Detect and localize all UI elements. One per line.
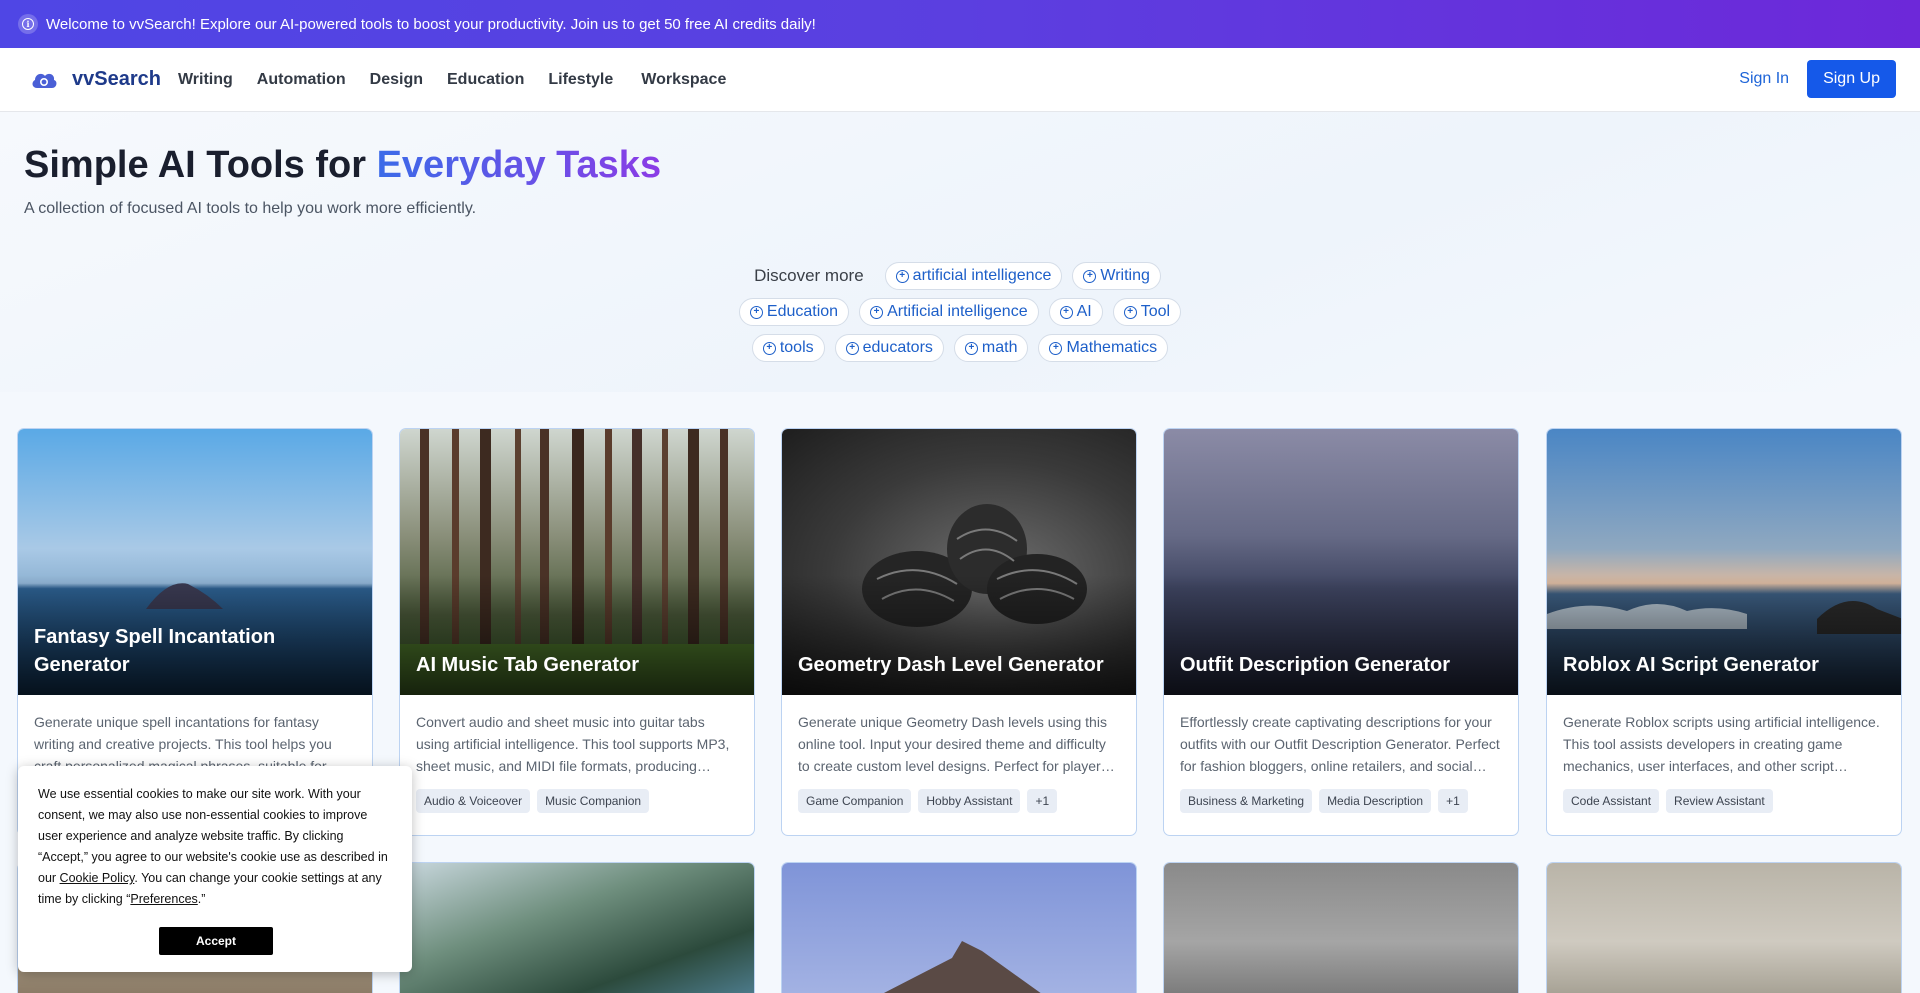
nav-link-lifestyle[interactable]: Lifestyle bbox=[548, 71, 613, 89]
tool-card-row2-3[interactable] bbox=[781, 862, 1137, 993]
tag-ai[interactable]: + AI bbox=[1048, 298, 1103, 326]
card-description: Generate unique Geometry Dash levels usi… bbox=[798, 714, 1115, 774]
tag-artificial-intelligence-2[interactable]: + Artificial intelligence bbox=[859, 298, 1039, 326]
tag-label: Education bbox=[766, 303, 839, 320]
category-chip[interactable]: Media Description bbox=[1319, 789, 1432, 813]
card-description: Convert audio and sheet music into guita… bbox=[416, 714, 730, 774]
cookie-consent-dialog: We use essential cookies to make our sit… bbox=[18, 766, 412, 972]
tag-label: Artificial intelligence bbox=[887, 303, 1028, 320]
page-subtitle: A collection of focused AI tools to help… bbox=[24, 200, 477, 217]
card-image bbox=[1164, 863, 1518, 993]
category-chip[interactable]: Review Assistant bbox=[1666, 789, 1773, 813]
category-chip-more[interactable]: +1 bbox=[1438, 789, 1468, 813]
nav-link-automation[interactable]: Automation bbox=[257, 71, 346, 89]
card-description: Generate Roblox scripts using artificial… bbox=[1563, 714, 1880, 774]
plus-circle-icon: + bbox=[1049, 341, 1063, 355]
card-image: Fantasy Spell Incantation Generator bbox=[18, 429, 372, 695]
category-chip[interactable]: Audio & Voiceover bbox=[416, 789, 531, 813]
tag-tool[interactable]: + Tool bbox=[1112, 298, 1182, 326]
plus-circle-icon: + bbox=[1123, 305, 1137, 319]
nav-link-education[interactable]: Education bbox=[447, 71, 524, 89]
card-image: AI Music Tab Generator bbox=[400, 429, 754, 695]
card-title: Fantasy Spell Incantation Generator bbox=[34, 626, 276, 676]
title-highlight: Everyday Tasks bbox=[376, 144, 662, 186]
nav-link-writing[interactable]: Writing bbox=[178, 71, 233, 89]
plus-circle-icon: + bbox=[762, 341, 776, 355]
plus-circle-icon: + bbox=[870, 305, 884, 319]
tool-card-geometry-dash[interactable]: Geometry Dash Level Generator Generate u… bbox=[781, 428, 1137, 836]
tag-artificial-intelligence[interactable]: + artificial intelligence bbox=[884, 262, 1063, 290]
category-chip-more[interactable]: +1 bbox=[1027, 789, 1058, 813]
tag-writing[interactable]: + Writing bbox=[1072, 262, 1161, 290]
hero-section: Simple AI Tools for Everyday Tasks A col… bbox=[0, 112, 1920, 392]
title-plain: Simple AI Tools for bbox=[24, 144, 377, 186]
banner-text: Welcome to vvSearch! Explore our AI-powe… bbox=[46, 15, 816, 33]
tag-educators[interactable]: + educators bbox=[834, 334, 944, 362]
category-chip[interactable]: Business & Marketing bbox=[1180, 789, 1313, 813]
announcement-banner: i Welcome to vvSearch! Explore our AI-po… bbox=[0, 0, 1920, 48]
tag-label: artificial intelligence bbox=[912, 267, 1052, 284]
category-chip[interactable]: Hobby Assistant bbox=[918, 789, 1021, 813]
tag-mathematics[interactable]: + Mathematics bbox=[1038, 334, 1169, 362]
top-navigation: vvSearch Writing Automation Design Educa… bbox=[0, 48, 1920, 112]
discover-tags: Discover more + artificial intelligence +… bbox=[0, 262, 1920, 370]
cloud-logo-icon[interactable] bbox=[30, 69, 58, 91]
tag-label: math bbox=[981, 339, 1018, 356]
card-description: Effortlessly create captivating descript… bbox=[1180, 714, 1500, 774]
tool-card-row2-2[interactable] bbox=[399, 862, 755, 993]
tool-card-music-tab[interactable]: AI Music Tab Generator Convert audio and… bbox=[399, 428, 755, 836]
card-title: AI Music Tab Generator bbox=[416, 654, 640, 676]
tag-math[interactable]: + math bbox=[953, 334, 1029, 362]
category-chip[interactable]: Music Companion bbox=[537, 789, 650, 813]
card-image bbox=[782, 863, 1136, 993]
card-title: Outfit Description Generator bbox=[1180, 654, 1451, 676]
tag-label: tools bbox=[779, 339, 814, 356]
page-title: Simple AI Tools for Everyday Tasks bbox=[24, 144, 661, 187]
sign-up-button[interactable]: Sign Up bbox=[1807, 60, 1896, 98]
accept-cookies-button[interactable]: Accept bbox=[159, 927, 273, 955]
card-image: Roblox AI Script Generator bbox=[1547, 429, 1901, 695]
preferences-link[interactable]: Preferences bbox=[130, 892, 197, 906]
sign-in-link[interactable]: Sign In bbox=[1739, 70, 1789, 88]
tool-card-row2-4[interactable] bbox=[1163, 862, 1519, 993]
tag-label: Mathematics bbox=[1066, 339, 1158, 356]
plus-circle-icon: + bbox=[749, 305, 763, 319]
card-title: Geometry Dash Level Generator bbox=[798, 654, 1104, 676]
tool-card-outfit-description[interactable]: Outfit Description Generator Effortlessl… bbox=[1163, 428, 1519, 836]
cookie-text: .” bbox=[197, 892, 206, 906]
card-image: Outfit Description Generator bbox=[1164, 429, 1518, 695]
category-chip[interactable]: Game Companion bbox=[798, 789, 912, 813]
nav-link-workspace[interactable]: Workspace bbox=[641, 71, 726, 89]
tag-education[interactable]: + Education bbox=[738, 298, 850, 326]
cookie-policy-link[interactable]: Cookie Policy bbox=[60, 871, 135, 885]
brand-name[interactable]: vvSearch bbox=[72, 68, 161, 91]
plus-circle-icon: + bbox=[1083, 269, 1097, 283]
plus-circle-icon: + bbox=[845, 341, 859, 355]
tool-card-roblox-script[interactable]: Roblox AI Script Generator Generate Robl… bbox=[1546, 428, 1902, 836]
card-title: Roblox AI Script Generator bbox=[1563, 654, 1819, 676]
tag-label: Tool bbox=[1140, 303, 1171, 320]
card-image: Geometry Dash Level Generator bbox=[782, 429, 1136, 695]
tag-tools[interactable]: + tools bbox=[751, 334, 825, 362]
nav-link-design[interactable]: Design bbox=[370, 71, 423, 89]
tag-label: educators bbox=[862, 339, 933, 356]
discover-label: Discover more bbox=[754, 266, 864, 285]
mountain-image bbox=[883, 941, 1041, 993]
plus-circle-icon: + bbox=[964, 341, 978, 355]
tag-label: AI bbox=[1076, 303, 1092, 320]
category-chip[interactable]: Code Assistant bbox=[1563, 789, 1660, 813]
info-icon: i bbox=[18, 14, 38, 34]
plus-circle-icon: + bbox=[895, 269, 909, 283]
card-description: Generate unique spell incantations for f… bbox=[34, 714, 341, 774]
tool-card-row2-5[interactable] bbox=[1546, 862, 1902, 993]
plus-circle-icon: + bbox=[1059, 305, 1073, 319]
card-image bbox=[1547, 863, 1901, 993]
tag-label: Writing bbox=[1100, 267, 1150, 284]
card-image bbox=[400, 863, 754, 993]
